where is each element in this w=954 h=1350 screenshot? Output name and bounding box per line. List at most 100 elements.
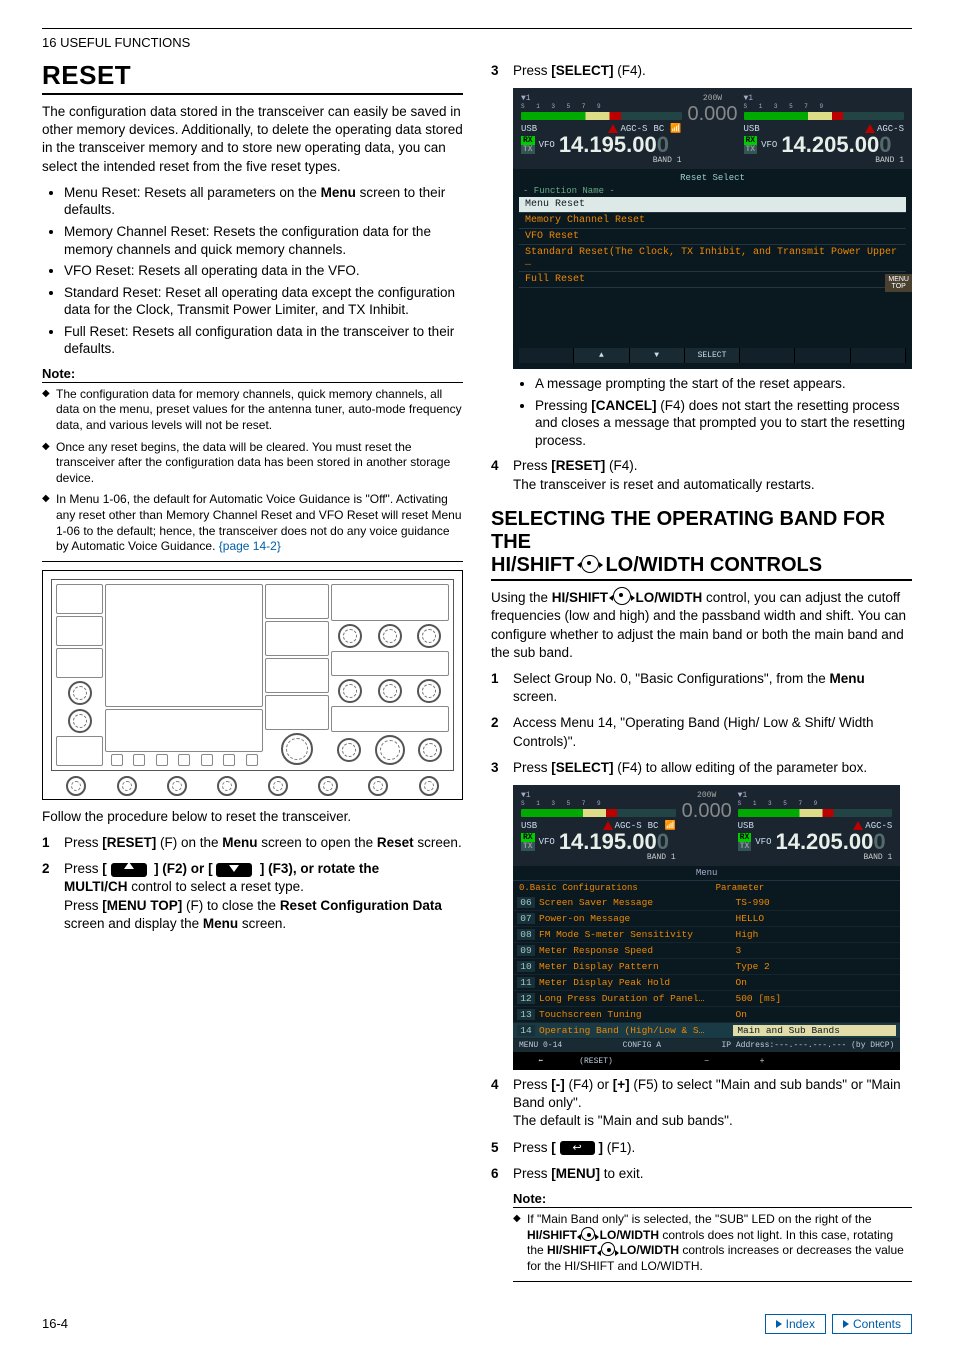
list-item: A message prompting the start of the res…: [535, 375, 912, 393]
rule: [513, 1281, 912, 1282]
section2-steps: 1 Select Group No. 0, "Basic Configurati…: [491, 670, 912, 777]
key: [MENU TOP]: [102, 898, 182, 913]
frequency-sub: 14.205.000: [775, 831, 885, 853]
note-item: Once any reset begins, the data will be …: [42, 440, 463, 487]
soft-key[interactable]: .: [519, 348, 574, 363]
knob-icon: [417, 679, 441, 703]
vfo-label: VFO: [539, 837, 555, 847]
reset-types-list: Menu Reset: Resets all parameters on the…: [42, 184, 463, 358]
step-item: 1 Press [RESET] (F) on the Menu screen t…: [42, 834, 463, 852]
menu-row[interactable]: 11Meter Display Peak HoldOn: [513, 975, 900, 991]
soft-key-up[interactable]: ▲: [574, 348, 629, 363]
soft-key[interactable]: .: [851, 348, 906, 363]
step-item: 2 Press [ ] (F2) or [ ] (F3), or rotate …: [42, 860, 463, 933]
text: Press: [513, 1077, 551, 1092]
menu-row-value: On: [736, 977, 897, 988]
knob-icon: [378, 679, 402, 703]
menu-status-left: MENU 0-14: [519, 1041, 562, 1050]
tx-indicator: TX: [738, 842, 752, 851]
text: Press: [513, 1166, 551, 1181]
frequency-sub: 14.205.000: [781, 134, 891, 156]
soft-key-reset[interactable]: (RESET): [568, 1057, 623, 1066]
dial-icon: [613, 587, 631, 605]
list-item: VFO Reset: Resets all operating data in …: [64, 262, 463, 280]
section2-intro: Using the HI/SHIFT LO/WIDTH control, you…: [491, 589, 912, 662]
text: screen and display the: [64, 916, 203, 931]
step-number: 4: [491, 457, 499, 475]
ant-indicator: ▼1: [521, 94, 682, 103]
text: The default is "Main and sub bands".: [513, 1113, 733, 1128]
page-link[interactable]: {page 14-2}: [215, 539, 280, 553]
knob-icon: [167, 776, 187, 796]
rx-indicator: RX: [521, 136, 535, 145]
ant-indicator: ▼1: [744, 94, 905, 103]
text: (F1).: [603, 1140, 635, 1155]
menu-row[interactable]: 10Meter Display PatternType 2: [513, 959, 900, 975]
menu-item[interactable]: VFO Reset: [519, 229, 906, 245]
menu-row-label: FM Mode S-meter Sensitivity: [539, 929, 736, 940]
menu-row-value: On: [736, 1009, 897, 1020]
menu-row[interactable]: 08FM Mode S-meter SensitivityHigh: [513, 927, 900, 943]
key: [SELECT]: [551, 760, 613, 775]
menu-status-right: IP Address:---.---.---.--- (by DHCP): [721, 1041, 894, 1050]
menu-item[interactable]: Menu Reset: [519, 197, 906, 213]
menu-row[interactable]: 13Touchscreen TuningOn: [513, 1007, 900, 1023]
soft-key[interactable]: .: [795, 348, 850, 363]
note-label: Note:: [42, 366, 463, 383]
page-number: 16-4: [42, 1316, 68, 1331]
key: [-]: [551, 1077, 565, 1092]
text: Pressing: [535, 398, 591, 413]
menu-row[interactable]: 14Operating Band (High/Low & S…Main and …: [513, 1023, 900, 1039]
soft-key-plus[interactable]: +: [734, 1057, 789, 1066]
menu-row-label: Long Press Duration of Panel…: [539, 993, 736, 1004]
bold: Reset: [377, 835, 414, 850]
menu-item[interactable]: Memory Channel Reset: [519, 213, 906, 229]
step-item: 4 Press [RESET] (F4). The transceiver is…: [491, 457, 912, 493]
s-meter: [521, 809, 676, 817]
text: Access Menu 14, "Operating Band (High/ L…: [513, 715, 873, 748]
soft-key-down[interactable]: ▼: [630, 348, 685, 363]
soft-key[interactable]: .: [740, 348, 795, 363]
knob-icon: [117, 776, 137, 796]
menu-row[interactable]: 07Power-on MessageHELLO: [513, 911, 900, 927]
band-label: BAND 1: [521, 156, 682, 165]
soft-key-minus[interactable]: −: [679, 1057, 734, 1066]
down-button-icon: [216, 863, 252, 877]
vfo-label: VFO: [761, 140, 777, 150]
menu-item[interactable]: Full Reset: [519, 272, 906, 288]
bold: Reset Configuration Data: [280, 898, 442, 913]
menu-row-index: 08: [517, 929, 535, 940]
menu-row[interactable]: 09Meter Response Speed3: [513, 943, 900, 959]
contents-link[interactable]: Contents: [832, 1314, 912, 1334]
text: Press: [513, 1140, 551, 1155]
text: Press: [64, 861, 102, 876]
soft-key-select[interactable]: SELECT: [685, 348, 740, 363]
mode-label: USB: [744, 124, 760, 134]
knob-icon: [419, 776, 439, 796]
menu-row[interactable]: 06Screen Saver MessageTS-990: [513, 895, 900, 911]
text: The transceiver is reset and automatical…: [513, 477, 815, 492]
menu-row-value: HELLO: [736, 913, 897, 924]
step-number: 3: [491, 759, 499, 777]
bold: Menu: [829, 671, 864, 686]
text: (F4).: [605, 458, 637, 473]
knob-icon: [368, 776, 388, 796]
index-link[interactable]: Index: [765, 1314, 826, 1334]
menu-status-mid: CONFIG A: [623, 1041, 661, 1050]
menu-row-index: 14: [517, 1025, 535, 1036]
knob-icon: [68, 709, 92, 733]
knob-icon: [217, 776, 237, 796]
menu-row-label: Touchscreen Tuning: [539, 1009, 736, 1020]
text: Select Group No. 0, "Basic Configuration…: [513, 671, 829, 686]
list-item: Memory Channel Reset: Resets the configu…: [64, 223, 463, 258]
text: ] (F3), or rotate the: [260, 861, 379, 876]
menu-item[interactable]: Standard Reset(The Clock, TX Inhibit, an…: [519, 245, 906, 272]
menu-row[interactable]: 12Long Press Duration of Panel…500 [ms]: [513, 991, 900, 1007]
step-number: 3: [491, 62, 499, 80]
right-column: 3 Press [SELECT] (F4). ▼1 S 1 3 5 7 9 US…: [491, 60, 912, 1288]
soft-key-back[interactable]: ⬅: [513, 1056, 568, 1066]
key: [: [208, 861, 213, 876]
power-label: 200W: [688, 94, 738, 103]
note-list: The configuration data for memory channe…: [42, 387, 463, 555]
key: [MENU]: [551, 1166, 600, 1181]
